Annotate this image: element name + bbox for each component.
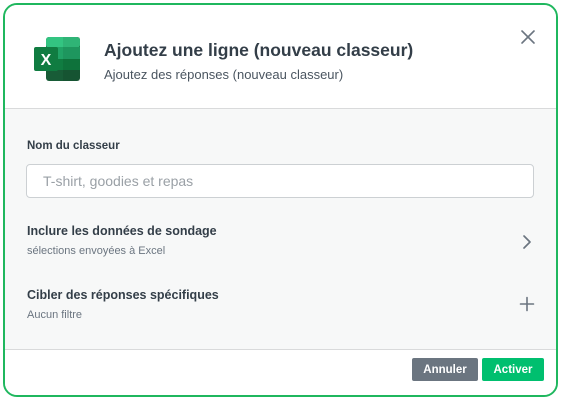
add-row-dialog: X Ajoutez une ligne (nouveau classeur) A…	[3, 3, 558, 397]
target-responses-row[interactable]: Cibler des réponses spécifiques Aucun fi…	[5, 288, 556, 338]
close-icon[interactable]	[517, 26, 539, 48]
include-survey-data-subtitle: sélections envoyées à Excel	[27, 245, 166, 257]
dialog-body: Nom du classeur Inclure les données de s…	[5, 109, 556, 349]
target-responses-title: Cibler des réponses spécifiques	[27, 288, 219, 302]
target-responses-subtitle: Aucun filtre	[27, 309, 83, 321]
svg-text:X: X	[41, 52, 52, 69]
dialog-title: Ajoutez une ligne (nouveau classeur)	[104, 40, 414, 60]
excel-icon: X	[34, 37, 80, 81]
workbook-name-label: Nom du classeur	[27, 140, 120, 152]
dialog-footer: Annuler Activer	[5, 349, 556, 395]
cancel-button[interactable]: Annuler	[412, 358, 478, 381]
dialog-subtitle: Ajoutez des réponses (nouveau classeur)	[104, 67, 344, 82]
workbook-name-input[interactable]	[26, 164, 534, 198]
include-survey-data-title: Inclure les données de sondage	[27, 224, 217, 238]
include-survey-data-row[interactable]: Inclure les données de sondage sélection…	[5, 224, 556, 274]
chevron-right-icon[interactable]	[519, 234, 535, 250]
activate-button[interactable]: Activer	[482, 358, 544, 381]
plus-icon[interactable]	[519, 296, 535, 312]
dialog-header: X Ajoutez une ligne (nouveau classeur) A…	[5, 5, 556, 109]
